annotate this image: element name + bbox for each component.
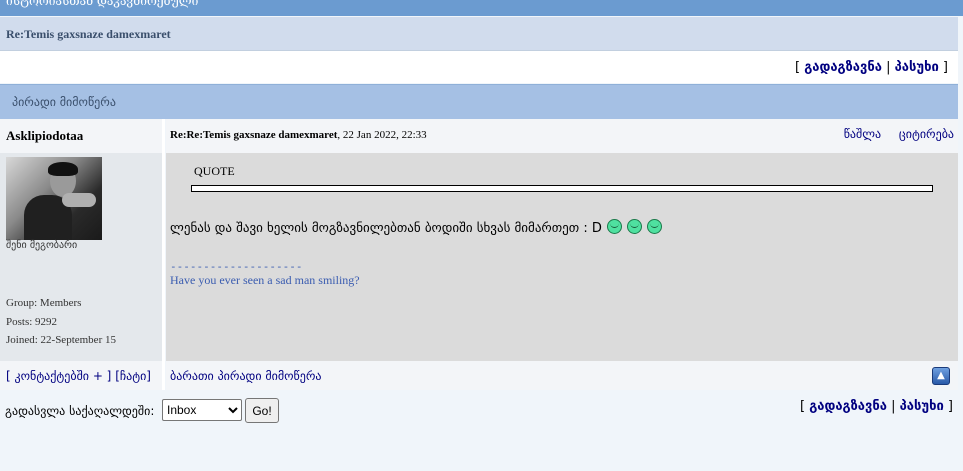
smiley-icon <box>606 219 622 234</box>
smiley-icon <box>647 219 663 234</box>
top-action-links: [ გადაგზავნა | პასუხი ] <box>795 60 948 75</box>
member-group: Group: Members <box>6 297 82 309</box>
member-info: Group: Members Posts: 9292 Joined: 22-Se… <box>6 294 116 350</box>
topic-title: Re:Temis gaxsnaze damexmaret <box>6 27 171 41</box>
go-button[interactable]: Go! <box>245 398 279 423</box>
post-body: QUOTE ლენას და შავი ხელის მოგზავნილებთან… <box>166 153 958 361</box>
quote-link[interactable]: ციტირება <box>899 127 954 141</box>
forward-link-bottom[interactable]: გადაგზავნა <box>809 399 887 414</box>
post-text: ლენას და შავი ხელის მოგზავნილებთან ბოდიშ… <box>170 219 663 236</box>
delete-link[interactable]: წაშლა <box>844 127 881 141</box>
author-info-column: შენი მეგობარი Group: Members Posts: 9292… <box>0 153 165 361</box>
post-subject-line: Re:Re:Temis gaxsnaze damexmaret, 22 Jan … <box>170 129 427 141</box>
goto-folder-label: გადასვლა საქაღალდეში: <box>5 404 155 418</box>
add-contact-link[interactable]: [ კონტაქტებში + ] <box>6 369 111 383</box>
post-subject: Re:Re:Temis gaxsnaze damexmaret <box>170 129 338 141</box>
top-actions-row: [ გადაგზავნა | პასუხი ] <box>0 51 958 83</box>
topic-title-bar: Re:Temis gaxsnaze damexmaret <box>0 17 958 51</box>
forward-link[interactable]: გადაგზავნა <box>804 60 882 75</box>
bottom-controls: გადასვლა საქაღალდეში: Inbox Go! [ გადაგზ… <box>0 391 963 471</box>
pm-header-title: პირადი მიმოწერა <box>12 95 116 109</box>
post-footer-left: [ კონტაქტებში + ] [ჩატი] <box>0 361 165 390</box>
member-title: შენი მეგობარი <box>6 240 78 251</box>
post-body-text: ლენას და შავი ხელის მოგზავნილებთან ბოდიშ… <box>170 221 602 236</box>
pm-header-bar: პირადი მიმოწერა <box>0 84 958 119</box>
chat-link[interactable]: [ჩატი] <box>115 369 151 383</box>
quote-heading: QUOTE <box>194 164 235 178</box>
post-tools: წაშლა ციტირება <box>830 127 954 141</box>
reply-link-bottom[interactable]: პასუხი <box>900 399 944 414</box>
member-joined: Joined: 22-September 15 <box>6 334 116 346</box>
post-footer-right: ბარათი პირადი მიმოწერა ▲ <box>166 361 958 390</box>
post-author-name[interactable]: Asklipiodotaa <box>6 128 83 144</box>
quote-box <box>191 185 933 192</box>
scroll-top-icon[interactable]: ▲ <box>932 367 950 385</box>
open-pm-link[interactable]: ბარათი პირადი მიმოწერა <box>170 369 322 383</box>
signature-text: Have you ever seen a sad man smiling? <box>170 273 360 287</box>
folder-select[interactable]: Inbox <box>162 399 242 421</box>
bottom-action-links: [ გადაგზავნა | პასუხი ] <box>800 399 953 414</box>
member-post-count: Posts: 9292 <box>6 315 58 328</box>
signature-divider: -------------------- <box>170 260 303 273</box>
forum-top-bar-text: ისტორიასთან დაკავშირებული <box>6 0 199 8</box>
post-author-header: Asklipiodotaa <box>0 119 165 153</box>
smiley-icon <box>627 219 643 234</box>
reply-link[interactable]: პასუხი <box>895 60 939 75</box>
avatar <box>6 157 102 240</box>
post-header: Re:Re:Temis gaxsnaze damexmaret, 22 Jan … <box>166 119 958 153</box>
forum-top-bar: ისტორიასთან დაკავშირებული <box>0 0 963 16</box>
post-date: , 22 Jan 2022, 22:33 <box>337 129 427 141</box>
